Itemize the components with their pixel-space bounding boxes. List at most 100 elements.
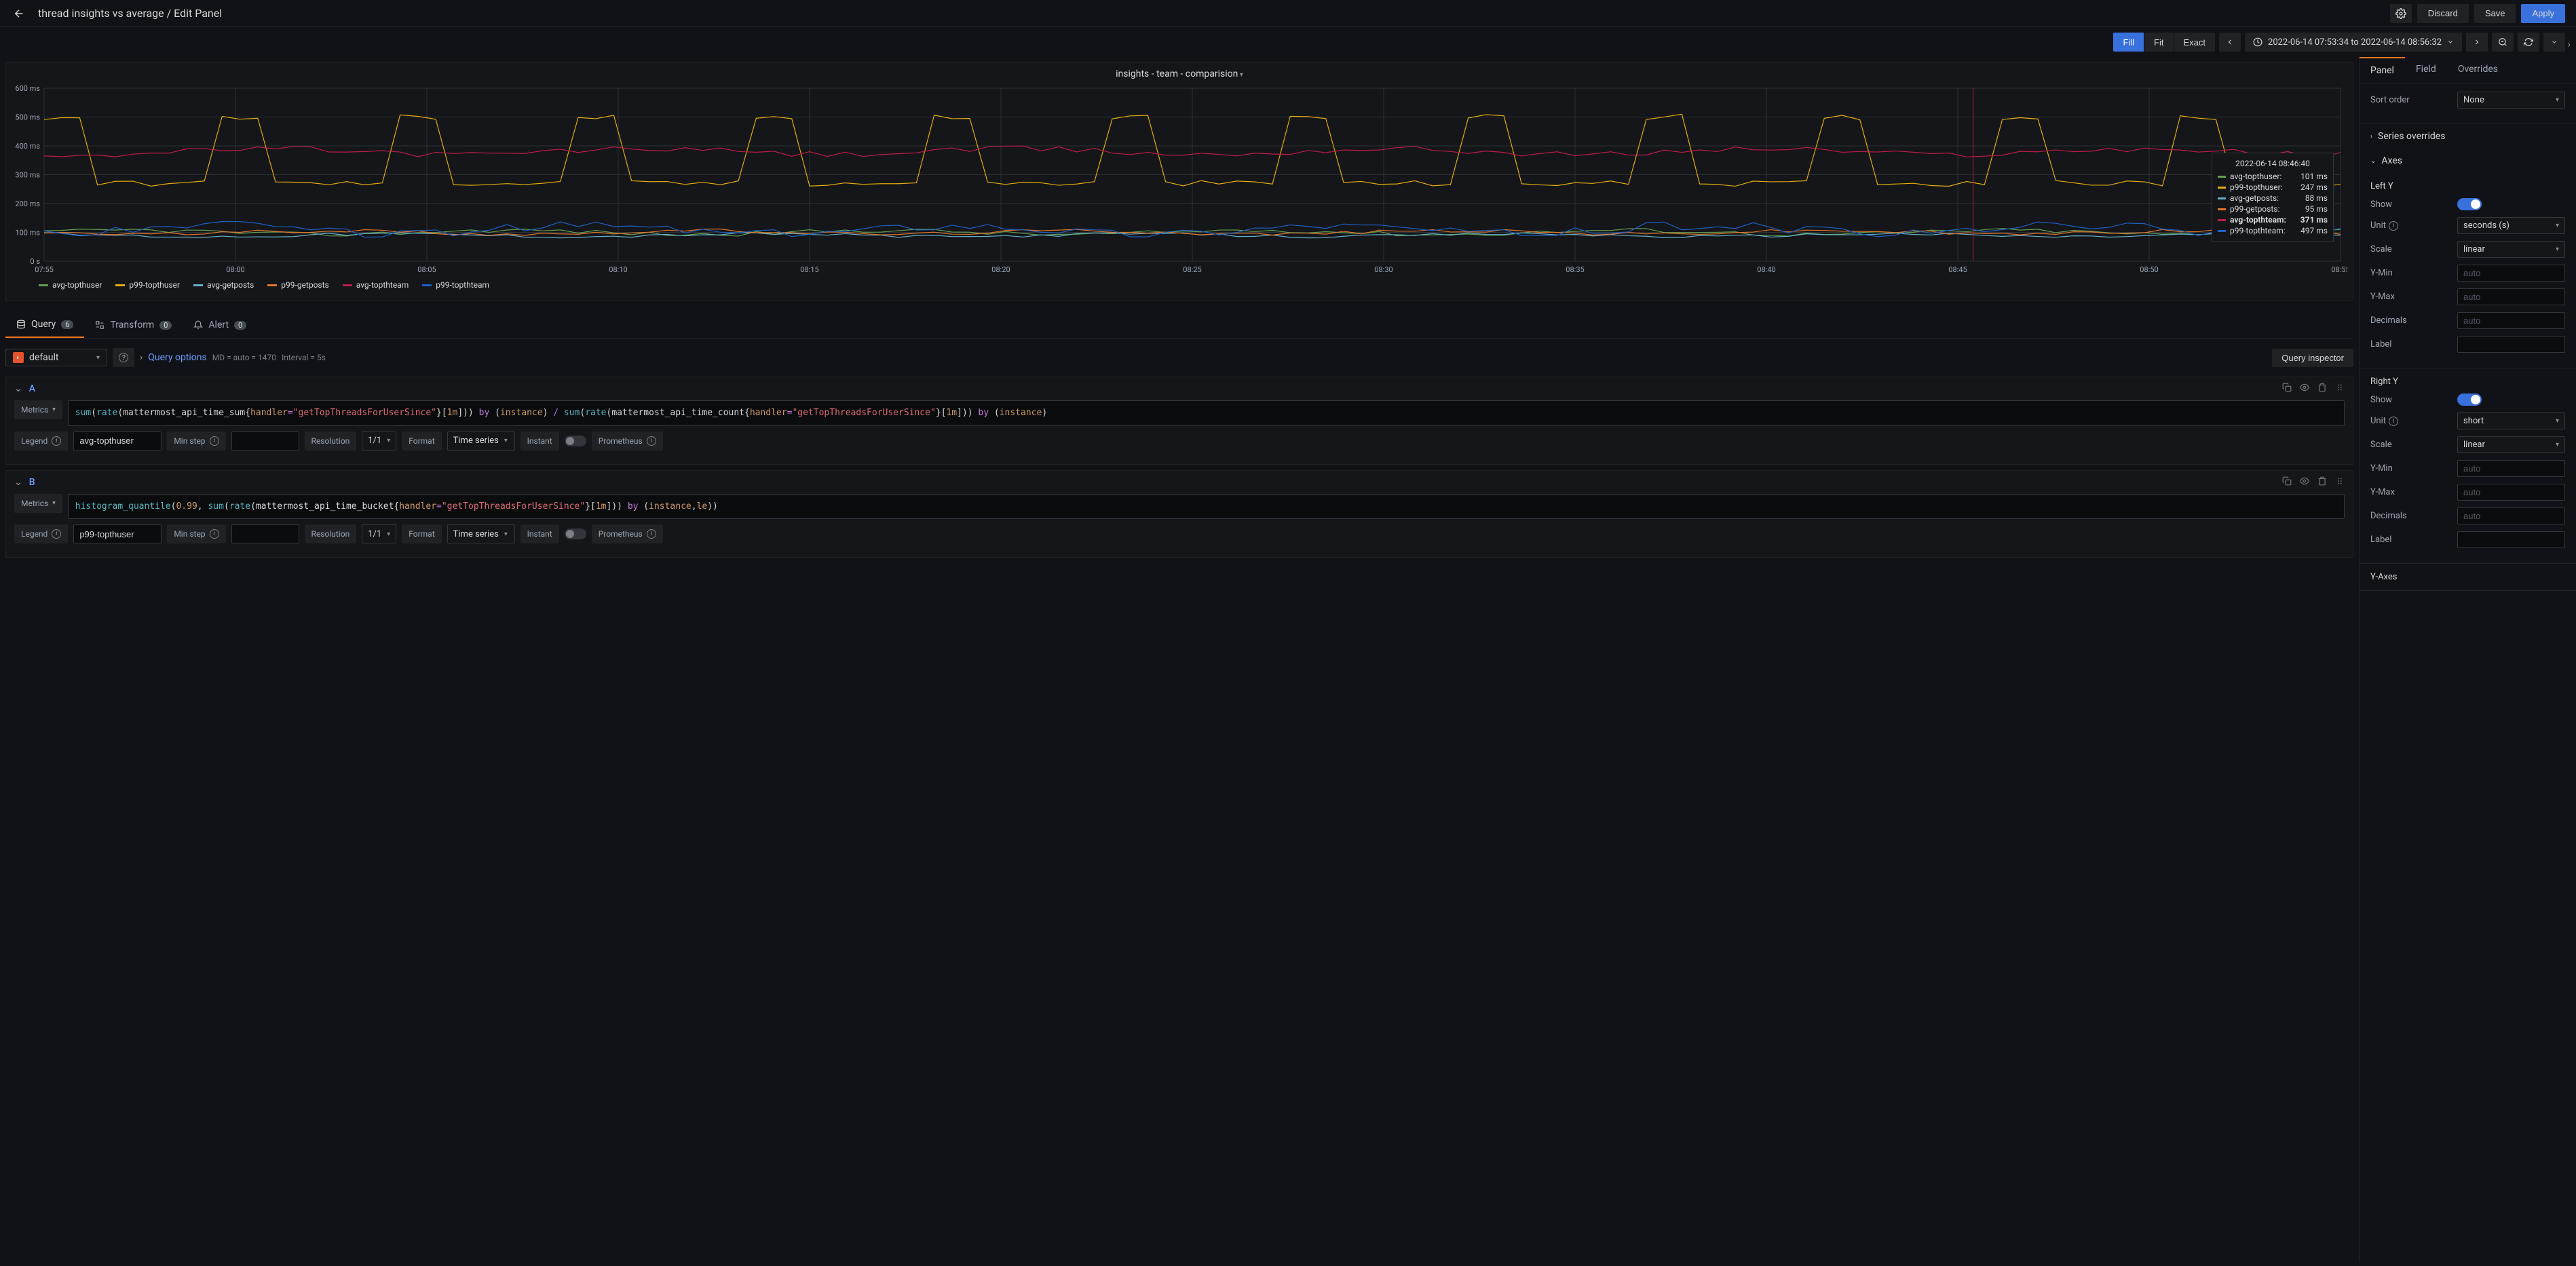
datasource-help-button[interactable]: ? — [113, 348, 134, 367]
info-icon: i — [2389, 221, 2398, 231]
tab-alert[interactable]: Alert 0 — [183, 312, 257, 338]
viewmode-fit[interactable]: Fit — [2144, 33, 2174, 52]
legend-item[interactable]: p99-topthteam — [422, 280, 489, 290]
drag-icon[interactable] — [2335, 383, 2345, 395]
minstep-input[interactable] — [231, 431, 299, 450]
right-y-label-input[interactable] — [2457, 531, 2565, 548]
left-y-show-toggle[interactable] — [2457, 198, 2482, 210]
legend-label: Legend i — [14, 524, 68, 543]
legend-item[interactable]: avg-topthteam — [343, 280, 409, 290]
right-tab-panel[interactable]: Panel — [2360, 57, 2405, 83]
right-tab-field[interactable]: Field — [2405, 57, 2447, 83]
eye-icon[interactable] — [2300, 383, 2309, 395]
datasource-select[interactable]: ◐ default — [5, 349, 107, 366]
query-options-chevron-icon[interactable]: › — [140, 352, 143, 363]
metrics-label[interactable]: Metrics ▾ — [14, 494, 62, 513]
left-y-label-input[interactable] — [2457, 336, 2565, 353]
right-tabs: Panel Field Overrides — [2360, 57, 2576, 83]
apply-button[interactable]: Apply — [2521, 4, 2565, 23]
legend-item[interactable]: avg-topthuser — [39, 280, 102, 290]
discard-button[interactable]: Discard — [2417, 4, 2469, 23]
drag-icon[interactable] — [2335, 476, 2345, 488]
minstep-label: Min step i — [167, 524, 225, 543]
svg-text:200 ms: 200 ms — [15, 199, 40, 208]
eye-icon[interactable] — [2300, 476, 2309, 488]
svg-text:500 ms: 500 ms — [15, 113, 40, 122]
svg-text:08:00: 08:00 — [226, 265, 244, 274]
right-y-decimals-input[interactable] — [2457, 507, 2565, 524]
svg-text:08:30: 08:30 — [1374, 265, 1393, 274]
tab-alert-badge: 0 — [234, 321, 246, 330]
timerange-back-button[interactable] — [2219, 33, 2241, 52]
settings-button[interactable] — [2390, 4, 2412, 23]
timerange-picker[interactable]: 2022-06-14 07:53:34 to 2022-06-14 08:56:… — [2245, 33, 2462, 52]
legend-item[interactable]: p99-topthuser — [115, 280, 180, 290]
resolution-label: Resolution — [305, 524, 357, 543]
viewmode-exact[interactable]: Exact — [2174, 33, 2216, 52]
query-collapse-icon[interactable]: ⌄ — [14, 477, 22, 488]
query-inspector-button[interactable]: Query inspector — [2272, 349, 2353, 367]
format-select[interactable]: Time series — [447, 524, 515, 543]
left-y-decimals-input[interactable] — [2457, 312, 2565, 329]
right-tab-overrides[interactable]: Overrides — [2447, 57, 2509, 83]
left-y-scale-select[interactable]: linear — [2457, 241, 2565, 258]
refresh-dropdown-button[interactable] — [2543, 33, 2565, 52]
left-y-min-input[interactable] — [2457, 265, 2565, 282]
right-y-min-input[interactable] — [2457, 460, 2565, 477]
trash-icon[interactable] — [2317, 476, 2327, 488]
legend-input[interactable] — [73, 524, 162, 543]
query-collapse-icon[interactable]: ⌄ — [14, 383, 22, 394]
panel-title[interactable]: insights - team - comparision — [12, 69, 2347, 79]
resolution-select[interactable]: 1/1 — [362, 431, 396, 450]
instant-toggle[interactable] — [565, 436, 586, 446]
legend-item[interactable]: avg-getposts — [193, 280, 254, 290]
chart-canvas[interactable]: 0 s100 ms200 ms300 ms400 ms500 ms600 ms0… — [12, 85, 2347, 275]
sort-order-select[interactable]: None — [2457, 92, 2565, 109]
query-input[interactable]: sum(rate(mattermost_api_time_sum{handler… — [68, 400, 2345, 426]
axes-section[interactable]: ⌄Axes — [2360, 149, 2576, 173]
query-input[interactable]: histogram_quantile(0.99, sum(rate(matter… — [68, 494, 2345, 520]
format-select[interactable]: Time series — [447, 431, 515, 450]
query-block-b: ⌄ B Metrics ▾ histogram_quantile(0.99, s… — [5, 470, 2353, 558]
tab-query[interactable]: Query 6 — [5, 312, 84, 338]
save-button[interactable]: Save — [2474, 4, 2516, 23]
back-button[interactable] — [11, 5, 27, 22]
refresh-button[interactable] — [2518, 33, 2539, 52]
copy-icon[interactable] — [2282, 383, 2292, 395]
metrics-label[interactable]: Metrics ▾ — [14, 400, 62, 419]
minstep-input[interactable] — [231, 524, 299, 543]
legend-input[interactable] — [73, 431, 162, 450]
resolution-select[interactable]: 1/1 — [362, 524, 396, 543]
right-y-scale-select[interactable]: linear — [2457, 436, 2565, 453]
trash-icon[interactable] — [2317, 383, 2327, 395]
timerange-forward-button[interactable] — [2466, 33, 2488, 52]
chart-panel: insights - team - comparision 0 s100 ms2… — [5, 62, 2353, 301]
copy-icon[interactable] — [2282, 476, 2292, 488]
breadcrumb: thread insights vs average / Edit Panel — [38, 7, 2390, 20]
sort-order-label: Sort order — [2370, 95, 2452, 105]
series-overrides-section[interactable]: ›Series overrides — [2360, 124, 2576, 149]
format-label: Format — [402, 524, 441, 543]
right-y-max-input[interactable] — [2457, 484, 2565, 501]
left-y-unit-select[interactable]: seconds (s) — [2457, 217, 2565, 234]
right-y-show-toggle[interactable] — [2457, 394, 2482, 406]
svg-text:08:25: 08:25 — [1183, 265, 1201, 274]
instant-label: Instant — [520, 524, 559, 543]
zoom-out-button[interactable] — [2492, 33, 2514, 52]
svg-text:08:15: 08:15 — [800, 265, 818, 274]
query-letter: A — [29, 383, 35, 394]
left-y-max-input[interactable] — [2457, 288, 2565, 305]
tab-transform-label: Transform — [110, 320, 154, 330]
viewmode-fill[interactable]: Fill — [2113, 33, 2144, 52]
prometheus-icon: ◐ — [13, 352, 24, 363]
svg-text:08:45: 08:45 — [1948, 265, 1967, 274]
svg-text:08:05: 08:05 — [417, 265, 436, 274]
svg-text:400 ms: 400 ms — [15, 142, 40, 151]
query-options-link[interactable]: Query options — [148, 352, 207, 363]
legend-item[interactable]: p99-getposts — [267, 280, 328, 290]
minstep-label: Min step i — [167, 431, 225, 450]
chart-tooltip: 2022-06-14 08:46:40 avg-topthuser:101 ms… — [2212, 153, 2334, 242]
right-y-unit-select[interactable]: short — [2457, 413, 2565, 429]
instant-toggle[interactable] — [565, 529, 586, 539]
tab-transform[interactable]: Transform 0 — [84, 312, 183, 338]
